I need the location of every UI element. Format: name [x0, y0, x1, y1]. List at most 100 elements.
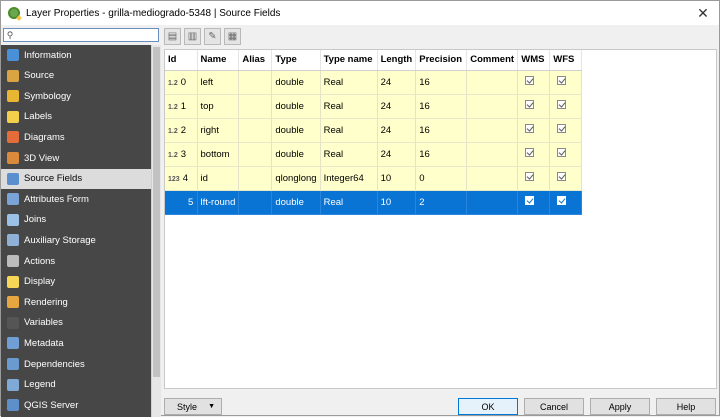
cell-name[interactable]: right — [197, 118, 240, 143]
style-dropdown-button[interactable]: Style ▼ — [164, 398, 222, 415]
sidebar-item-qgis-server[interactable]: QGIS Server — [1, 395, 151, 415]
close-icon[interactable]: ✕ — [695, 5, 711, 21]
column-header-length[interactable]: Length — [377, 50, 417, 71]
cell-comment[interactable] — [466, 166, 519, 191]
sidebar-item-legend[interactable]: Legend — [1, 375, 151, 395]
column-header-alias[interactable]: Alias — [238, 50, 273, 71]
sidebar-item-3d-view[interactable]: 3D View — [1, 148, 151, 168]
cell-type[interactable]: double — [271, 190, 321, 215]
cell-name[interactable]: id — [197, 166, 240, 191]
sidebar-item-metadata[interactable]: Metadata — [1, 333, 151, 353]
cell-name[interactable]: left — [197, 70, 240, 95]
wfs-checkbox[interactable] — [557, 100, 567, 109]
search-input[interactable] — [16, 29, 156, 41]
cell-alias[interactable] — [238, 94, 273, 119]
wms-checkbox[interactable] — [525, 148, 535, 157]
cell-type-name[interactable]: Real — [320, 142, 378, 167]
column-header-type-name[interactable]: Type name — [320, 50, 378, 71]
cell-precision[interactable]: 16 — [415, 94, 468, 119]
cell-type-name[interactable]: Real — [320, 94, 378, 119]
field-calculator-icon[interactable]: ▦ — [224, 28, 241, 45]
cell-type-name[interactable]: Integer64 — [320, 166, 378, 191]
wms-checkbox[interactable] — [525, 76, 535, 85]
search-box[interactable]: ⚲ — [3, 28, 159, 42]
column-header-name[interactable]: Name — [197, 50, 240, 71]
cell-alias[interactable] — [238, 70, 273, 95]
table-row[interactable]: 1.2 1 top double Real 24 16 — [165, 94, 583, 119]
sidebar-item-actions[interactable]: Actions — [1, 251, 151, 271]
sidebar-item-source-fields[interactable]: Source Fields — [1, 168, 151, 189]
cell-id[interactable]: 1.2 2 — [165, 118, 198, 143]
cell-alias[interactable] — [238, 142, 273, 167]
cell-name[interactable]: lft-round — [197, 190, 240, 215]
cell-type-name[interactable]: Real — [320, 190, 378, 215]
cell-name[interactable]: bottom — [197, 142, 240, 167]
cell-precision[interactable]: 16 — [415, 142, 468, 167]
table-row[interactable]: 1.2 0 left double Real 24 16 — [165, 70, 583, 95]
table-row[interactable]: 5 lft-round double Real 10 2 — [165, 190, 583, 215]
wfs-checkbox[interactable] — [557, 124, 567, 133]
cell-alias[interactable] — [238, 190, 273, 215]
cell-length[interactable]: 24 — [377, 118, 417, 143]
column-header-id[interactable]: Id — [165, 50, 198, 71]
wfs-checkbox[interactable] — [557, 172, 567, 181]
cell-type-name[interactable]: Real — [320, 70, 378, 95]
sidebar-scrollbar-thumb[interactable] — [153, 47, 160, 377]
cell-id[interactable]: 123 4 — [165, 166, 198, 191]
cell-length[interactable]: 24 — [377, 94, 417, 119]
wms-checkbox[interactable] — [525, 196, 535, 205]
cell-length[interactable]: 10 — [377, 166, 417, 191]
cell-alias[interactable] — [238, 166, 273, 191]
sidebar-item-symbology[interactable]: Symbology — [1, 86, 151, 106]
sidebar-item-display[interactable]: Display — [1, 272, 151, 292]
cell-comment[interactable] — [466, 118, 519, 143]
sidebar-item-source[interactable]: Source — [1, 66, 151, 86]
cell-length[interactable]: 24 — [377, 142, 417, 167]
delete-field-icon[interactable]: ▥ — [184, 28, 201, 45]
sidebar-item-dependencies[interactable]: Dependencies — [1, 354, 151, 374]
cell-name[interactable]: top — [197, 94, 240, 119]
cell-type[interactable]: double — [271, 142, 321, 167]
edit-pencil-icon[interactable]: ✎ — [204, 28, 221, 45]
cell-alias[interactable] — [238, 118, 273, 143]
sidebar-scrollbar[interactable] — [151, 45, 161, 417]
cell-comment[interactable] — [466, 70, 519, 95]
ok-button[interactable]: OK — [458, 398, 518, 415]
cell-type[interactable]: double — [271, 94, 321, 119]
apply-button[interactable]: Apply — [590, 398, 650, 415]
cell-type-name[interactable]: Real — [320, 118, 378, 143]
cell-id[interactable]: 5 — [165, 190, 198, 215]
column-header-wfs[interactable]: WFS — [549, 50, 583, 71]
cell-type[interactable]: double — [271, 70, 321, 95]
column-header-comment[interactable]: Comment — [466, 50, 519, 71]
cell-id[interactable]: 1.2 3 — [165, 142, 198, 167]
cell-length[interactable]: 10 — [377, 190, 417, 215]
cell-length[interactable]: 24 — [377, 70, 417, 95]
sidebar-item-information[interactable]: Information — [1, 45, 151, 65]
sidebar-item-attributes-form[interactable]: Attributes Form — [1, 189, 151, 209]
sidebar-item-rendering[interactable]: Rendering — [1, 292, 151, 312]
cell-precision[interactable]: 16 — [415, 70, 468, 95]
cell-precision[interactable]: 0 — [415, 166, 468, 191]
sidebar-item-variables[interactable]: Variables — [1, 313, 151, 333]
cell-id[interactable]: 1.2 0 — [165, 70, 198, 95]
wms-checkbox[interactable] — [525, 124, 535, 133]
table-row[interactable]: 1.2 3 bottom double Real 24 16 — [165, 142, 583, 167]
cell-type[interactable]: double — [271, 118, 321, 143]
cell-precision[interactable]: 2 — [415, 190, 468, 215]
cell-precision[interactable]: 16 — [415, 118, 468, 143]
wfs-checkbox[interactable] — [557, 148, 567, 157]
help-button[interactable]: Help — [656, 398, 716, 415]
cell-comment[interactable] — [466, 190, 519, 215]
wms-checkbox[interactable] — [525, 172, 535, 181]
sidebar-item-labels[interactable]: Labels — [1, 107, 151, 127]
column-header-precision[interactable]: Precision — [415, 50, 468, 71]
cancel-button[interactable]: Cancel — [524, 398, 584, 415]
table-row[interactable]: 123 4 id qlonglong Integer64 10 0 — [165, 166, 583, 191]
column-header-type[interactable]: Type — [271, 50, 321, 71]
wms-checkbox[interactable] — [525, 100, 535, 109]
table-row[interactable]: 1.2 2 right double Real 24 16 — [165, 118, 583, 143]
new-field-icon[interactable]: ▤ — [164, 28, 181, 45]
column-header-wms[interactable]: WMS — [517, 50, 551, 71]
cell-comment[interactable] — [466, 142, 519, 167]
